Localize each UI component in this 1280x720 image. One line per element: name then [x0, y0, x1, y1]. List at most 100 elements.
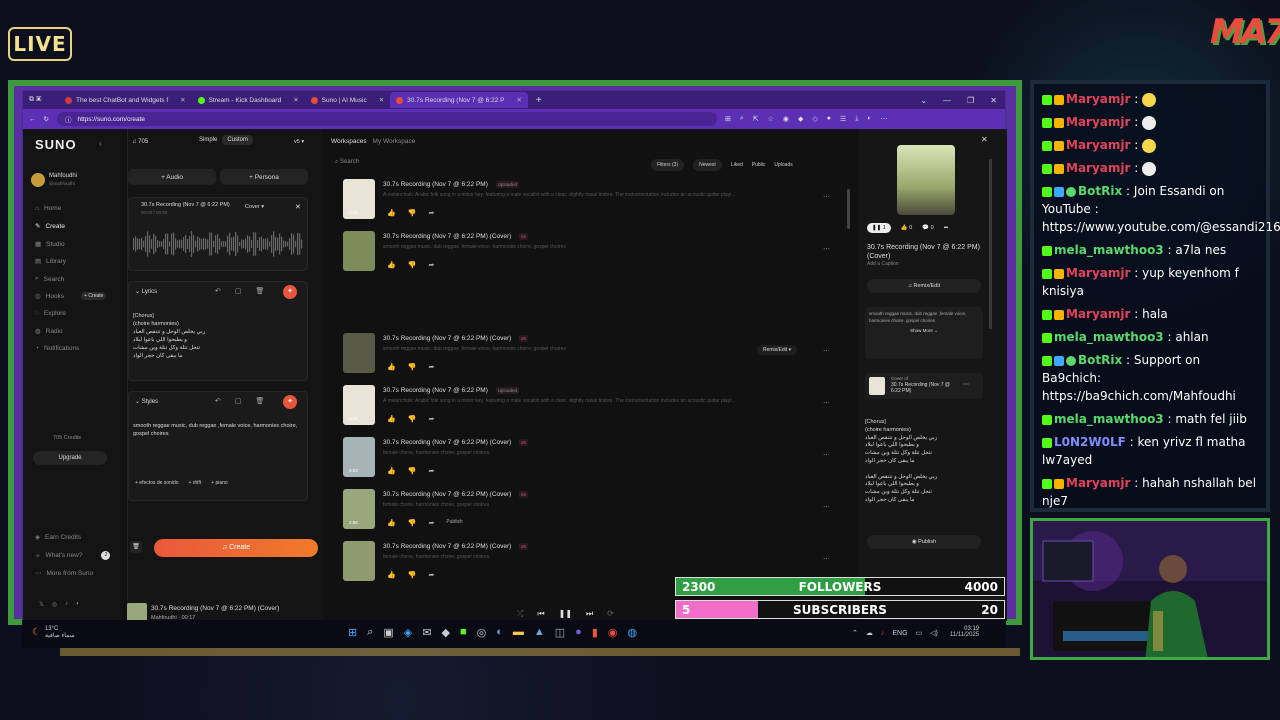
chat-username[interactable]: BotRix — [1078, 353, 1122, 367]
install-icon[interactable]: ⊞ — [725, 115, 731, 123]
chat-username[interactable]: mela_mawthoo3 — [1054, 243, 1164, 257]
folder-icon[interactable]: ▬ — [513, 626, 524, 639]
app-icon[interactable]: ▮ — [592, 626, 598, 639]
refresh-icon[interactable]: ↻ — [44, 115, 49, 123]
breadcrumb-workspaces[interactable]: Workspaces — [331, 138, 367, 145]
remix-edit-button[interactable]: Remix/Edit ▾ — [757, 345, 798, 355]
tab-actions-icon[interactable]: ⧉ ▣ — [23, 96, 59, 104]
song-title[interactable]: 30.7s Recording (Nov 7 @ 6:22 PM) (Cover… — [383, 439, 528, 446]
scrollbar[interactable] — [989, 159, 992, 329]
thumbs-up-icon[interactable]: 👍 — [387, 415, 396, 423]
new-tab-button[interactable]: + — [528, 95, 542, 106]
weather-widget[interactable]: ☾ 13°C سماء صافية — [32, 626, 75, 639]
search-icon[interactable]: ⌕ — [367, 626, 373, 639]
extension-icon[interactable]: ● — [827, 115, 831, 123]
suno-logo[interactable]: SUNO — [35, 137, 77, 152]
scrollbar[interactable] — [847, 189, 850, 229]
thumbs-up-icon[interactable]: 👍 — [387, 209, 396, 217]
liked-filter[interactable]: Liked — [731, 162, 743, 168]
cover-of-card[interactable]: Cover of 30.7s Recording (Nov 7 @ 6:22 P… — [865, 373, 983, 399]
url-field[interactable]: ⓘ https://suno.com/create — [56, 112, 717, 126]
styles-header[interactable]: ⌄ Styles — [135, 398, 158, 405]
song-title[interactable]: 30.7s Recording (Nov 7 @ 6:22 PM) (Cover… — [383, 543, 528, 550]
song-row[interactable]: 30.7s Recording (Nov 7 @ 6:22 PM) (Cover… — [343, 437, 843, 485]
song-thumb[interactable] — [343, 333, 375, 373]
extension-icon[interactable]: ◆ — [798, 115, 803, 123]
more-icon[interactable]: ⋯ — [823, 347, 830, 355]
waveform[interactable] — [133, 224, 303, 264]
song-row[interactable]: 30.7s Recording (Nov 7 @ 6:22 PM) (Cover… — [343, 231, 843, 279]
chat-username[interactable]: L0N2W0LF — [1054, 435, 1126, 449]
menu-icon[interactable]: ⋯ — [881, 115, 888, 123]
chat-username[interactable]: mela_mawthoo3 — [1054, 412, 1164, 426]
thumbs-up-icon[interactable]: 👍 — [387, 261, 396, 269]
mode-simple[interactable]: Simple — [194, 135, 222, 145]
close-icon[interactable]: ✕ — [990, 96, 997, 105]
thumbs-up-icon[interactable]: 👍 — [387, 363, 396, 371]
search-input[interactable]: ⌕ Search — [335, 159, 645, 173]
song-row[interactable]: 30.7s Recording (Nov 7 @ 6:22 PM) (Cover… — [343, 333, 843, 381]
mode-custom[interactable]: Custom — [222, 135, 254, 145]
app-icon[interactable]: ◐ — [496, 626, 503, 639]
volume-icon[interactable]: ◁) — [930, 629, 938, 637]
clip-mode-select[interactable]: Cover ▾ — [245, 204, 264, 210]
style-tag[interactable]: + efectos de sonido — [135, 480, 179, 486]
chat-username[interactable]: Maryamjr — [1066, 161, 1130, 175]
sidebar-item-explore[interactable]: ◌ Explore — [35, 310, 66, 317]
thumbs-up-icon[interactable]: 👍 — [387, 571, 396, 579]
trash-icon[interactable]: 🗑 — [256, 287, 265, 295]
share-icon[interactable]: ➦ — [428, 261, 434, 269]
thumbs-up-icon[interactable]: 👍 — [387, 519, 396, 527]
chrome-icon[interactable]: ◉ — [608, 626, 618, 639]
kick-icon[interactable]: ■ — [460, 626, 467, 639]
filters-button[interactable]: Filters (3) — [651, 159, 685, 171]
repeat-icon[interactable]: ⟳ — [607, 609, 614, 619]
upgrade-button[interactable]: Upgrade — [33, 451, 107, 465]
trash-icon[interactable]: 🗑 — [130, 541, 142, 553]
tab-kick-dashboard[interactable]: Stream - Kick Dashboard ✕ — [192, 92, 305, 108]
sidebar-item-hooks[interactable]: ◎ Hooks + Create — [35, 292, 107, 300]
comment-count[interactable]: 💬 0 — [922, 225, 933, 231]
player-title[interactable]: 30.7s Recording (Nov 7 @ 6:22 PM) (Cover… — [151, 605, 279, 612]
chat-username[interactable]: Maryamjr — [1066, 307, 1130, 321]
tab-chatbot[interactable]: The best ChatBot and Widgets f ✕ — [59, 92, 192, 108]
chat-username[interactable]: Maryamjr — [1066, 476, 1130, 490]
share-icon[interactable]: ➦ — [428, 363, 434, 371]
copy-icon[interactable]: ▢ — [235, 287, 242, 295]
close-icon[interactable]: ✕ — [180, 96, 185, 104]
lyrics-text[interactable]: [Chorus] (choire harmonies) ربي يخلص الو… — [133, 312, 205, 360]
more-icon[interactable]: ⋯ — [823, 503, 830, 511]
uploads-filter[interactable]: Uploads — [774, 162, 792, 168]
tab-suno[interactable]: Suno | AI Music ✕ — [305, 92, 391, 108]
share-icon[interactable]: ⇱ — [753, 115, 759, 123]
chat-username[interactable]: mela_mawthoo3 — [1054, 330, 1164, 344]
share-icon[interactable]: ➦ — [944, 225, 949, 231]
chevron-up-icon[interactable]: ⌃ — [852, 629, 858, 637]
network-icon[interactable]: ▭ — [916, 629, 923, 637]
cloud-icon[interactable]: ☁ — [866, 629, 873, 637]
more-icon[interactable]: ⋯ — [823, 555, 830, 563]
more-icon[interactable]: ⋯ — [823, 399, 830, 407]
lang-indicator[interactable]: ENG — [892, 630, 907, 637]
chevron-down-icon[interactable]: ⌄ — [920, 96, 927, 105]
chat-username[interactable]: BotRix — [1078, 184, 1122, 198]
maximize-icon[interactable]: ❐ — [967, 96, 974, 105]
song-row[interactable]: 30.7s Recording (Nov 7 @ 6:22 PM) (Cover… — [343, 489, 843, 537]
extension-icon[interactable]: ◇ — [812, 115, 817, 123]
song-title[interactable]: 30.7s Recording (Nov 7 @ 6:22 PM) (Cover… — [383, 233, 528, 240]
share-icon[interactable]: ➦ — [428, 519, 434, 527]
more-from-suno-link[interactable]: ⋯ More from Suno — [35, 569, 93, 578]
magic-icon[interactable]: ✦ — [283, 395, 297, 409]
task-view-icon[interactable]: ▣ — [383, 626, 393, 639]
sidebar-item-notifications[interactable]: ◔ Notifications — [35, 345, 79, 352]
app-icon[interactable]: ◆ — [441, 626, 449, 639]
add-audio-button[interactable]: + Audio — [128, 169, 216, 185]
mic-icon[interactable]: ♪ — [881, 630, 885, 637]
song-title[interactable]: 30.7s Recording (Nov 7 @ 6:22 PM) Upload… — [383, 387, 519, 394]
whats-new-link[interactable]: ✧ What's new? 2 — [35, 551, 111, 560]
back-icon[interactable]: ← — [29, 116, 36, 123]
discord-icon[interactable]: ● — [575, 626, 582, 639]
song-row[interactable]: 30.7s Recording (Nov 7 @ 6:22 PM) Upload… — [343, 385, 843, 433]
undo-icon[interactable]: ↶ — [215, 397, 221, 405]
thumbs-down-icon[interactable]: 👎 — [408, 363, 417, 371]
